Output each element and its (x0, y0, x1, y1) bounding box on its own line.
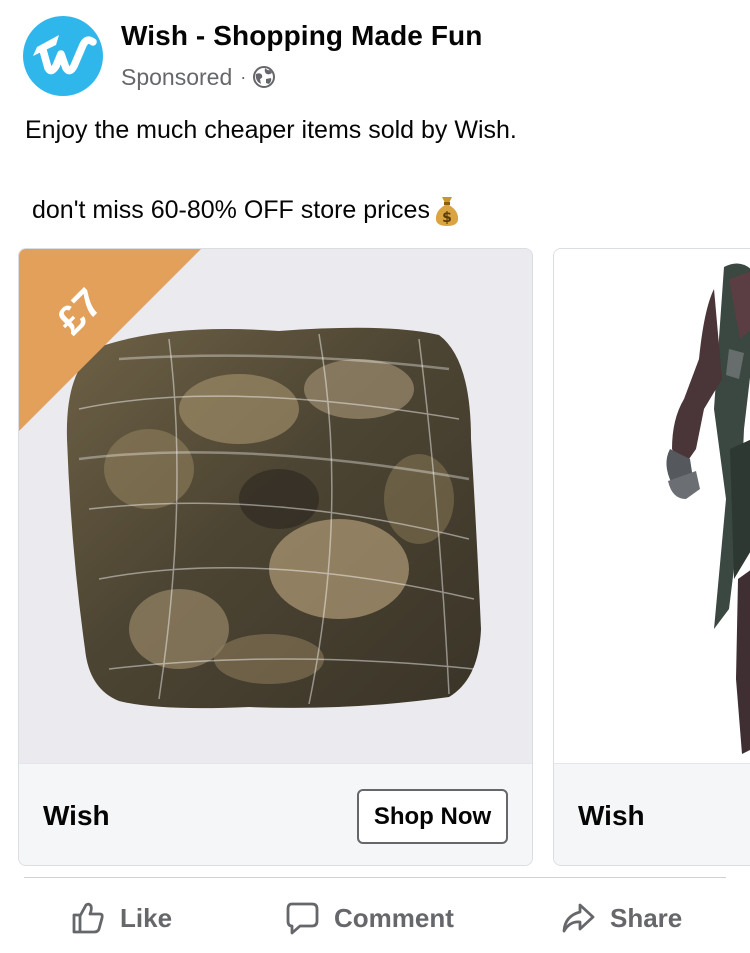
sponsored-label[interactable]: Sponsored (121, 64, 232, 91)
share-button[interactable]: Share (560, 898, 682, 938)
carousel-card[interactable]: £7 Wish Shop Now (18, 248, 533, 866)
meta-separator: · (240, 66, 247, 87)
card-title[interactable]: Wish (43, 800, 110, 832)
share-arrow-icon (562, 903, 595, 933)
comment-label: Comment (334, 902, 454, 933)
post-text-line-1: Enjoy the much cheaper items sold by Wis… (25, 116, 517, 144)
post-text-line-2: don't miss 60-80% OFF store prices (32, 196, 430, 224)
post-meta: Sponsored · (121, 62, 276, 92)
comment-button[interactable]: Comment (284, 898, 454, 938)
product-image[interactable]: £7 (19, 249, 532, 763)
post-text-line-2-row: don't miss 60-80% OFF store prices $ (32, 193, 461, 227)
shop-now-button[interactable]: Shop Now (357, 789, 508, 844)
like-label: Like (120, 902, 173, 933)
like-button[interactable]: Like (70, 898, 172, 938)
money-bag-icon: $ (435, 197, 459, 226)
card-footer: Wish Shop Now (19, 763, 532, 865)
speech-bubble-icon (286, 902, 319, 935)
globe-icon[interactable] (252, 65, 276, 89)
svg-text:$: $ (442, 210, 452, 226)
product-image[interactable] (554, 249, 750, 763)
page-avatar[interactable] (23, 16, 103, 96)
post-header: Wish - Shopping Made Fun Sponsored · (23, 16, 723, 98)
carousel-card[interactable]: Wish (553, 248, 750, 866)
wish-logo-icon (33, 35, 97, 75)
page-name[interactable]: Wish - Shopping Made Fun (121, 20, 482, 52)
card-title[interactable]: Wish (578, 800, 645, 832)
action-bar: Like Comment Share (0, 878, 750, 953)
share-label: Share (610, 902, 683, 933)
thumbs-up-icon (72, 902, 104, 934)
armored-figure-photo (554, 249, 750, 763)
card-footer: Wish (554, 763, 750, 865)
wrapped-block-photo: £7 (19, 249, 532, 763)
